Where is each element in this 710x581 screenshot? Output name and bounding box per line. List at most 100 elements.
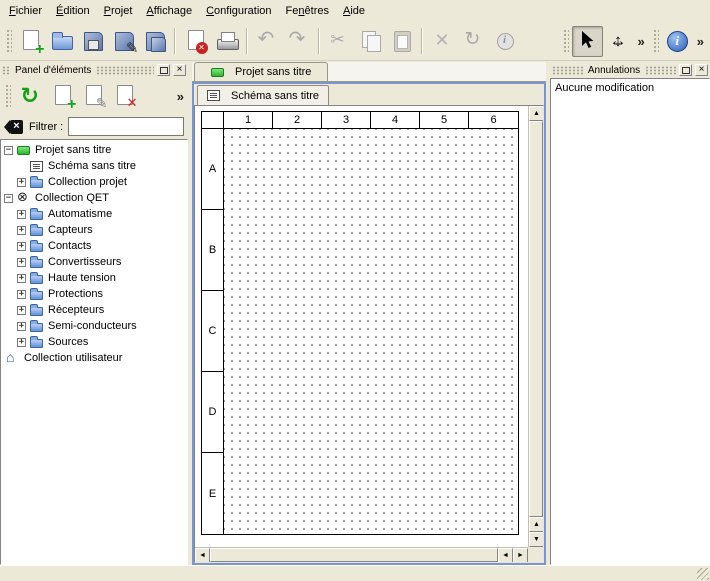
schema-canvas[interactable]: 123456ABCDE xyxy=(195,106,528,547)
scroll-right-button[interactable] xyxy=(513,548,528,563)
tab-schema[interactable]: Schéma sans titre xyxy=(197,85,329,105)
select-tool-button[interactable] xyxy=(572,26,603,57)
elements-overflow-button[interactable]: » xyxy=(173,89,187,104)
scroll-left-button[interactable] xyxy=(195,548,210,563)
clear-filter-icon[interactable] xyxy=(4,120,24,134)
menu-edition[interactable]: Édition xyxy=(49,0,97,22)
delete-element-button[interactable] xyxy=(109,81,140,112)
reload-collections-button[interactable] xyxy=(16,81,47,112)
tree-item-sources[interactable]: +Sources xyxy=(1,334,187,350)
properties-button[interactable] xyxy=(489,26,520,57)
tree-item-collection-qet[interactable]: −Collection QET xyxy=(1,190,187,206)
tree-item-contacts[interactable]: +Contacts xyxy=(1,238,187,254)
tree-item-label: Collection utilisateur xyxy=(24,352,122,364)
print-button[interactable] xyxy=(211,26,242,57)
tree-item-collection-projet[interactable]: +Collection projet xyxy=(1,174,187,190)
elements-tree[interactable]: −Projet sans titreSchéma sans titre+Coll… xyxy=(0,139,188,565)
expander-icon[interactable]: + xyxy=(17,226,26,235)
vertical-scrollbar[interactable] xyxy=(528,106,543,547)
tree-indent xyxy=(4,262,17,263)
tree-item-automatisme[interactable]: +Automatisme xyxy=(1,206,187,222)
vertical-scroll-thumb[interactable] xyxy=(529,121,543,517)
toolbar-drag-handle[interactable] xyxy=(5,28,12,54)
expander-icon[interactable]: + xyxy=(17,290,26,299)
delete-button[interactable] xyxy=(427,26,458,57)
diagram-grid-area[interactable] xyxy=(224,129,518,534)
expander-icon[interactable]: + xyxy=(17,306,26,315)
new-element-button[interactable] xyxy=(47,81,78,112)
save-all-button[interactable] xyxy=(139,26,170,57)
copy-button[interactable] xyxy=(355,26,386,57)
close-project-button[interactable] xyxy=(180,26,211,57)
menu-configuration[interactable]: Configuration xyxy=(199,0,278,22)
close-dock-button[interactable] xyxy=(173,64,186,76)
tree-item-semi-conducteurs[interactable]: +Semi-conducteurs xyxy=(1,318,187,334)
scroll-down-button[interactable] xyxy=(529,532,544,547)
column-header: 6 xyxy=(469,112,518,129)
paste-button[interactable] xyxy=(386,26,417,57)
menu-projet[interactable]: Projet xyxy=(97,0,140,22)
dock-grip[interactable] xyxy=(552,66,583,75)
expander-icon[interactable]: + xyxy=(17,210,26,219)
tree-item-haute-tension[interactable]: +Haute tension xyxy=(1,270,187,286)
elements-toolbar-drag-handle[interactable] xyxy=(4,83,11,109)
help-toolbar-drag-handle[interactable] xyxy=(652,28,659,54)
open-project-button[interactable] xyxy=(46,26,77,57)
menu-aide[interactable]: Aide xyxy=(336,0,372,22)
schema-view[interactable]: 123456ABCDE xyxy=(194,105,544,563)
scroll-up-button[interactable] xyxy=(529,517,544,532)
expander-icon[interactable]: + xyxy=(17,178,26,187)
elements-panel-titlebar[interactable]: Panel d'éléments xyxy=(0,62,188,78)
scroll-up-button[interactable] xyxy=(529,106,544,121)
toolbar-separator xyxy=(318,28,320,54)
pan-tool-button[interactable] xyxy=(603,26,634,57)
float-dock-button[interactable] xyxy=(157,64,170,76)
expander-icon[interactable]: + xyxy=(17,258,26,267)
menu-affichage[interactable]: Affichage xyxy=(139,0,199,22)
tab-project[interactable]: Projet sans titre xyxy=(194,62,328,81)
tree-item-convertisseurs[interactable]: +Convertisseurs xyxy=(1,254,187,270)
expander-icon[interactable]: + xyxy=(17,274,26,283)
save-button[interactable] xyxy=(77,26,108,57)
save-as-button[interactable] xyxy=(108,26,139,57)
expander-icon[interactable]: + xyxy=(17,242,26,251)
expander-icon[interactable]: − xyxy=(4,146,13,155)
tree-item-protections[interactable]: +Protections xyxy=(1,286,187,302)
menu-fenetres[interactable]: Fenêtres xyxy=(279,0,336,22)
about-button[interactable] xyxy=(662,26,693,57)
redo-button[interactable] xyxy=(283,26,314,57)
expander-icon[interactable]: + xyxy=(17,322,26,331)
tree-item-capteurs[interactable]: + Capteurs xyxy=(1,222,187,238)
tree-item-recepteurs[interactable]: +Récepteurs xyxy=(1,302,187,318)
undo-list[interactable]: Aucune modification xyxy=(550,78,710,565)
expander-icon[interactable]: + xyxy=(17,338,26,347)
undo-panel-titlebar[interactable]: Annulations xyxy=(550,62,710,78)
close-dock-button[interactable] xyxy=(695,64,708,76)
undo-button[interactable] xyxy=(252,26,283,57)
rotate-button[interactable] xyxy=(458,26,489,57)
horizontal-scroll-thumb[interactable] xyxy=(210,548,498,562)
menu-fichier[interactable]: Fichier xyxy=(2,0,49,22)
dock-grip[interactable] xyxy=(645,66,676,75)
tree-item-projet-sans-titre[interactable]: −Projet sans titre xyxy=(1,142,187,158)
dock-grip[interactable] xyxy=(96,66,154,75)
delete-element-icon xyxy=(113,84,137,108)
tools-toolbar-drag-handle[interactable] xyxy=(562,28,569,54)
expander-icon[interactable]: − xyxy=(4,194,13,203)
scroll-left-button[interactable] xyxy=(498,548,513,563)
folder-icon xyxy=(30,275,43,284)
tree-item-collection-utilisateur[interactable]: Collection utilisateur xyxy=(1,350,187,366)
new-project-button[interactable] xyxy=(15,26,46,57)
help-overflow-button[interactable]: » xyxy=(693,34,708,49)
float-dock-button[interactable] xyxy=(679,64,692,76)
mdi-center: Projet sans titre Schéma sans titre 1234… xyxy=(192,62,546,565)
dock-grip[interactable] xyxy=(2,66,10,75)
horizontal-scrollbar[interactable] xyxy=(195,547,528,562)
tree-item-schema-sans-titre[interactable]: Schéma sans titre xyxy=(1,158,187,174)
cut-button[interactable] xyxy=(324,26,355,57)
resize-grip-icon[interactable] xyxy=(697,568,709,580)
filter-input[interactable] xyxy=(68,117,184,136)
tree-item-label: Capteurs xyxy=(48,224,93,236)
edit-element-button[interactable] xyxy=(78,81,109,112)
tools-overflow-button[interactable]: » xyxy=(634,34,649,49)
